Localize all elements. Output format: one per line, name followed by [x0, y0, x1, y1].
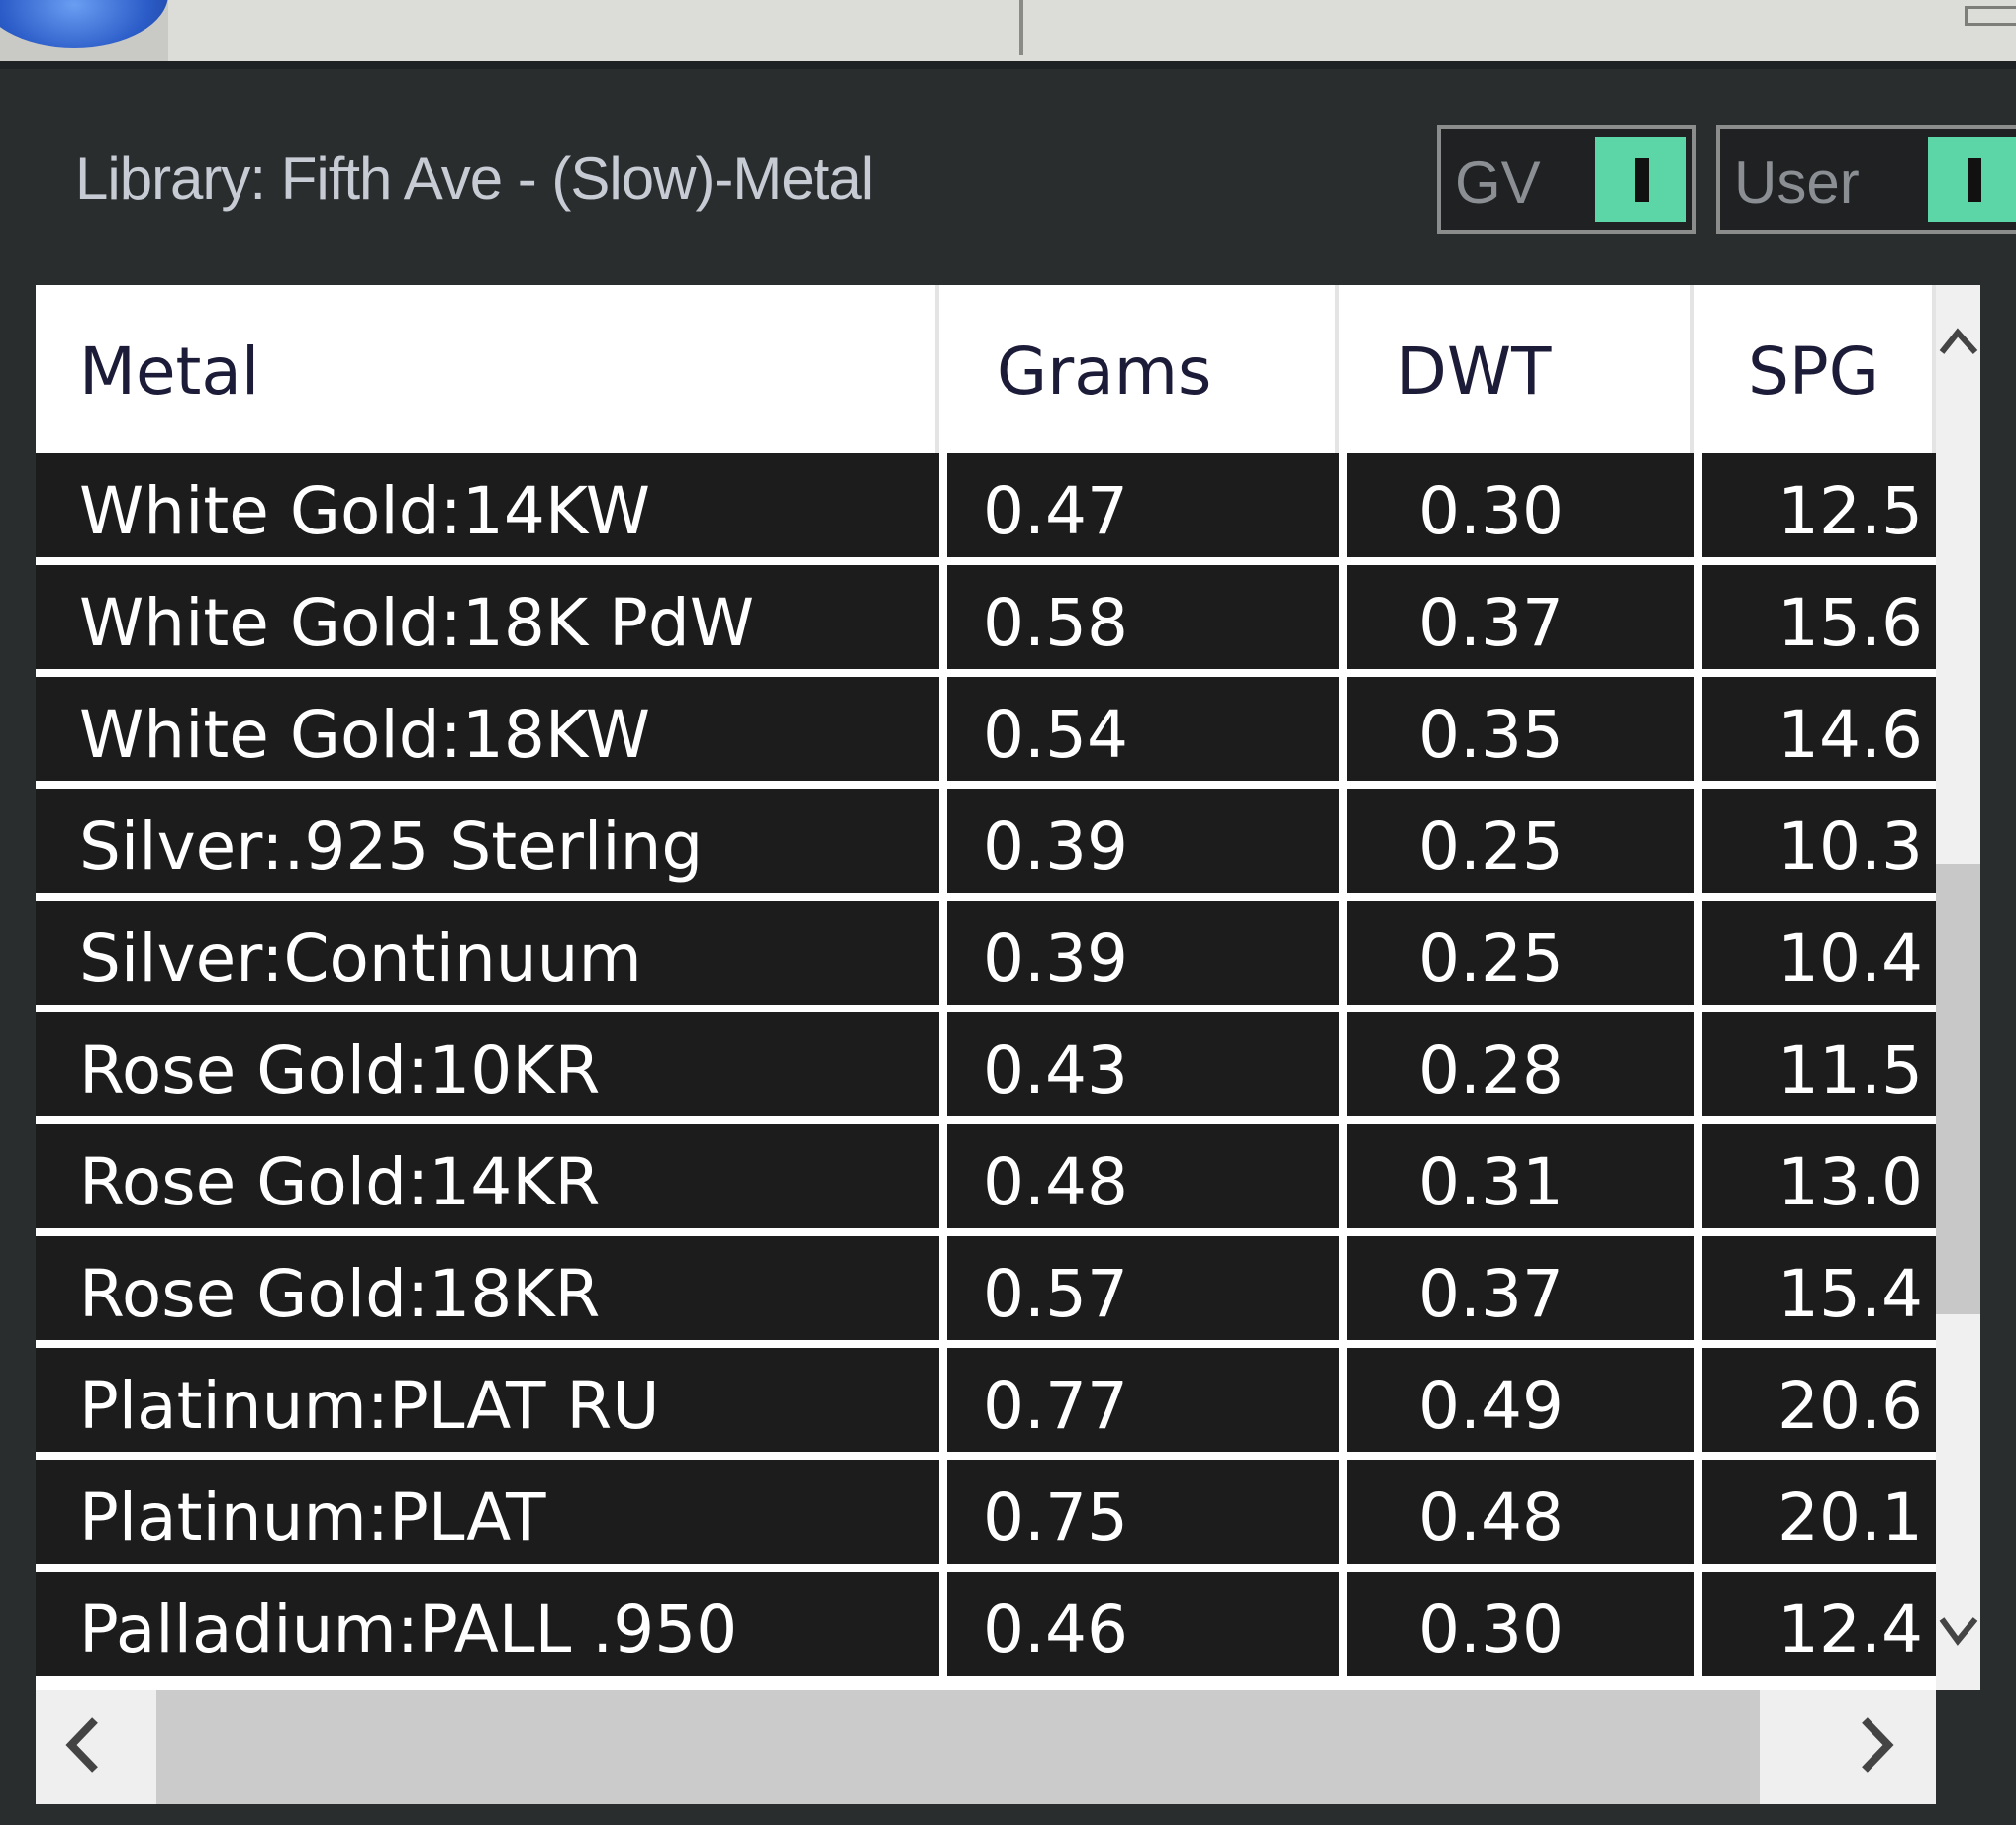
cell-spg: 14.6	[1702, 677, 1936, 781]
column-header-spg[interactable]: SPG	[1702, 285, 1936, 453]
cell-spg: 15.6	[1702, 565, 1936, 669]
cell-dwt: 0.48	[1347, 1460, 1694, 1564]
cell-metal: Silver:Continuum	[36, 901, 939, 1005]
table-row[interactable]: Rose Gold:14KR 0.48 0.31 13.0	[36, 1124, 1936, 1236]
metal-table: Metal Grams DWT SPG White Gold:14KW 0.47…	[36, 285, 1980, 1690]
horizontal-scrollbar[interactable]	[36, 1690, 1936, 1804]
cell-dwt: 0.31	[1347, 1124, 1694, 1228]
table-row[interactable]: White Gold:18KW 0.54 0.35 14.6	[36, 677, 1936, 789]
scroll-left-icon[interactable]	[55, 1700, 115, 1806]
cell-spg: 15.4	[1702, 1236, 1936, 1340]
cell-grams: 0.57	[947, 1236, 1339, 1340]
cell-dwt: 0.30	[1347, 453, 1694, 557]
scroll-up-icon[interactable]	[1936, 315, 1980, 394]
column-header-grams[interactable]: Grams	[947, 285, 1339, 453]
cell-spg: 12.4	[1702, 1572, 1936, 1676]
cell-metal: Rose Gold:10KR	[36, 1012, 939, 1116]
table-row[interactable]: Silver:Continuum 0.39 0.25 10.4	[36, 901, 1936, 1012]
user-toggle-label: User	[1734, 149, 1860, 216]
table-row[interactable]: Palladium:PALL .950 0.46 0.30 12.4	[36, 1572, 1936, 1683]
table-row[interactable]: Platinum:PLAT RU 0.77 0.49 20.6	[36, 1348, 1936, 1460]
cell-spg: 11.5	[1702, 1012, 1936, 1116]
cell-grams: 0.48	[947, 1124, 1339, 1228]
table-row[interactable]: White Gold:18K PdW 0.58 0.37 15.6	[36, 565, 1936, 677]
cell-metal: Rose Gold:14KR	[36, 1124, 939, 1228]
cell-metal: White Gold:14KW	[36, 453, 939, 557]
user-switch-icon[interactable]	[1928, 137, 2016, 222]
gv-toggle[interactable]: GV	[1437, 125, 1696, 234]
top-toolbar	[0, 0, 2016, 69]
cell-grams: 0.39	[947, 901, 1339, 1005]
vertical-scrollbar[interactable]	[1936, 285, 1980, 1690]
gv-switch-icon[interactable]	[1595, 137, 1686, 222]
cell-grams: 0.58	[947, 565, 1339, 669]
toolbar-divider	[1019, 0, 1023, 55]
bottom-border	[0, 1804, 2016, 1825]
cell-dwt: 0.35	[1347, 677, 1694, 781]
cell-dwt: 0.30	[1347, 1572, 1694, 1676]
app-logo-icon[interactable]	[0, 0, 168, 61]
horizontal-scroll-thumb[interactable]	[156, 1690, 1760, 1804]
cell-dwt: 0.37	[1347, 1236, 1694, 1340]
cell-spg: 20.1	[1702, 1460, 1936, 1564]
table-row[interactable]: Silver:.925 Sterling 0.39 0.25 10.3	[36, 789, 1936, 901]
cell-spg: 13.0	[1702, 1124, 1936, 1228]
table-row[interactable]: Platinum:PLAT 0.75 0.48 20.1	[36, 1460, 1936, 1572]
cell-metal: Platinum:PLAT RU	[36, 1348, 939, 1452]
cell-spg: 20.6	[1702, 1348, 1936, 1452]
cell-dwt: 0.25	[1347, 901, 1694, 1005]
gv-toggle-label: GV	[1455, 149, 1541, 216]
cell-dwt: 0.49	[1347, 1348, 1694, 1452]
table-body: White Gold:14KW 0.47 0.30 12.5 White Gol…	[36, 453, 1936, 1683]
library-header: Library: Fifth Ave - (Slow)-Metal GV Use…	[0, 69, 2016, 283]
table-row[interactable]: Rose Gold:18KR 0.57 0.37 15.4	[36, 1236, 1936, 1348]
cell-spg: 10.3	[1702, 789, 1936, 893]
cell-dwt: 0.28	[1347, 1012, 1694, 1116]
cell-metal: Palladium:PALL .950	[36, 1572, 939, 1676]
user-toggle[interactable]: User	[1716, 125, 2016, 234]
scroll-right-icon[interactable]	[1847, 1700, 1906, 1806]
cell-dwt: 0.37	[1347, 565, 1694, 669]
left-border	[0, 69, 36, 1825]
cell-metal: White Gold:18K PdW	[36, 565, 939, 669]
cell-grams: 0.46	[947, 1572, 1339, 1676]
table-header: Metal Grams DWT SPG	[36, 285, 1936, 453]
cell-metal: White Gold:18KW	[36, 677, 939, 781]
cell-spg: 10.4	[1702, 901, 1936, 1005]
cell-spg: 12.5	[1702, 453, 1936, 557]
cell-metal: Silver:.925 Sterling	[36, 789, 939, 893]
window-corner-icon	[1965, 6, 2016, 26]
cell-grams: 0.75	[947, 1460, 1339, 1564]
cell-grams: 0.54	[947, 677, 1339, 781]
scroll-down-icon[interactable]	[1936, 1601, 1980, 1681]
cell-grams: 0.39	[947, 789, 1339, 893]
cell-dwt: 0.25	[1347, 789, 1694, 893]
column-header-dwt[interactable]: DWT	[1347, 285, 1694, 453]
column-header-metal[interactable]: Metal	[36, 285, 939, 453]
library-title: Library: Fifth Ave - (Slow)-Metal	[75, 145, 874, 212]
table-row[interactable]: White Gold:14KW 0.47 0.30 12.5	[36, 453, 1936, 565]
cell-grams: 0.77	[947, 1348, 1339, 1452]
vertical-scroll-thumb[interactable]	[1936, 864, 1980, 1314]
cell-metal: Platinum:PLAT	[36, 1460, 939, 1564]
cell-metal: Rose Gold:18KR	[36, 1236, 939, 1340]
cell-grams: 0.47	[947, 453, 1339, 557]
cell-grams: 0.43	[947, 1012, 1339, 1116]
table-row[interactable]: Rose Gold:10KR 0.43 0.28 11.5	[36, 1012, 1936, 1124]
